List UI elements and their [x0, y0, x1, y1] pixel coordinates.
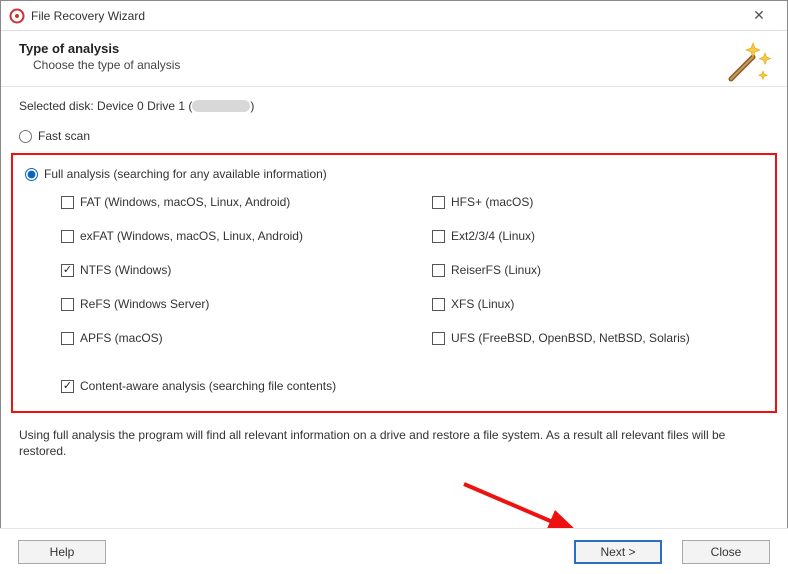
fs-apfs-row[interactable]: APFS (macOS) — [61, 331, 392, 345]
fs-ufs-label: UFS (FreeBSD, OpenBSD, NetBSD, Solaris) — [451, 331, 690, 345]
wand-icon — [723, 37, 773, 87]
fs-refs-label: ReFS (Windows Server) — [80, 297, 209, 311]
content-aware-label: Content-aware analysis (searching file c… — [80, 379, 336, 393]
content-aware-checkbox[interactable] — [61, 380, 74, 393]
filesystem-grid: FAT (Windows, macOS, Linux, Android) HFS… — [61, 191, 763, 349]
selected-disk-suffix: ) — [250, 99, 254, 113]
selected-disk-prefix: Selected disk: — [19, 99, 97, 113]
fs-xfs-label: XFS (Linux) — [451, 297, 514, 311]
fs-ufs-row[interactable]: UFS (FreeBSD, OpenBSD, NetBSD, Solaris) — [432, 331, 763, 345]
fs-fat-label: FAT (Windows, macOS, Linux, Android) — [80, 195, 290, 209]
radio-full-analysis-label: Full analysis (searching for any availab… — [44, 167, 327, 181]
fs-ext-label: Ext2/3/4 (Linux) — [451, 229, 535, 243]
help-button[interactable]: Help — [18, 540, 106, 564]
fs-xfs-row[interactable]: XFS (Linux) — [432, 297, 763, 311]
fs-ntfs-checkbox[interactable] — [61, 264, 74, 277]
page-title: Type of analysis — [19, 41, 769, 56]
page-subtitle: Choose the type of analysis — [33, 58, 769, 72]
selected-disk-value: Device 0 Drive 1 ( — [97, 99, 192, 113]
app-icon — [9, 8, 25, 24]
radio-fast-scan[interactable] — [19, 130, 32, 143]
fs-ntfs-label: NTFS (Windows) — [80, 263, 171, 277]
fs-exfat-row[interactable]: exFAT (Windows, macOS, Linux, Android) — [61, 229, 392, 243]
window-title: File Recovery Wizard — [31, 9, 739, 23]
redacted-drive-name — [192, 100, 250, 112]
fs-ext-row[interactable]: Ext2/3/4 (Linux) — [432, 229, 763, 243]
highlight-box: Full analysis (searching for any availab… — [11, 153, 777, 413]
radio-full-analysis[interactable] — [25, 168, 38, 181]
fs-xfs-checkbox[interactable] — [432, 298, 445, 311]
selected-disk-line: Selected disk: Device 0 Drive 1 () — [19, 99, 769, 113]
radio-full-analysis-row[interactable]: Full analysis (searching for any availab… — [25, 167, 763, 181]
fs-ntfs-row[interactable]: NTFS (Windows) — [61, 263, 392, 277]
fs-reiser-label: ReiserFS (Linux) — [451, 263, 541, 277]
radio-fast-scan-row[interactable]: Fast scan — [19, 129, 769, 143]
fs-hfs-row[interactable]: HFS+ (macOS) — [432, 195, 763, 209]
fs-reiser-checkbox[interactable] — [432, 264, 445, 277]
fs-reiser-row[interactable]: ReiserFS (Linux) — [432, 263, 763, 277]
header: Type of analysis Choose the type of anal… — [1, 31, 787, 87]
fs-ext-checkbox[interactable] — [432, 230, 445, 243]
fs-apfs-label: APFS (macOS) — [80, 331, 163, 345]
fs-hfs-checkbox[interactable] — [432, 196, 445, 209]
fs-fat-row[interactable]: FAT (Windows, macOS, Linux, Android) — [61, 195, 392, 209]
close-button[interactable]: Close — [682, 540, 770, 564]
fs-fat-checkbox[interactable] — [61, 196, 74, 209]
fs-exfat-label: exFAT (Windows, macOS, Linux, Android) — [80, 229, 303, 243]
next-button[interactable]: Next > — [574, 540, 662, 564]
footer: Help Next > Close — [0, 528, 788, 574]
radio-fast-scan-label: Fast scan — [38, 129, 90, 143]
content-aware-row[interactable]: Content-aware analysis (searching file c… — [61, 379, 763, 393]
fs-ufs-checkbox[interactable] — [432, 332, 445, 345]
titlebar: File Recovery Wizard ✕ — [1, 1, 787, 31]
fs-hfs-label: HFS+ (macOS) — [451, 195, 533, 209]
fs-apfs-checkbox[interactable] — [61, 332, 74, 345]
fs-refs-checkbox[interactable] — [61, 298, 74, 311]
fs-refs-row[interactable]: ReFS (Windows Server) — [61, 297, 392, 311]
content: Selected disk: Device 0 Drive 1 () Fast … — [1, 87, 787, 467]
close-icon[interactable]: ✕ — [739, 7, 779, 24]
description-text: Using full analysis the program will fin… — [19, 427, 763, 459]
fs-exfat-checkbox[interactable] — [61, 230, 74, 243]
